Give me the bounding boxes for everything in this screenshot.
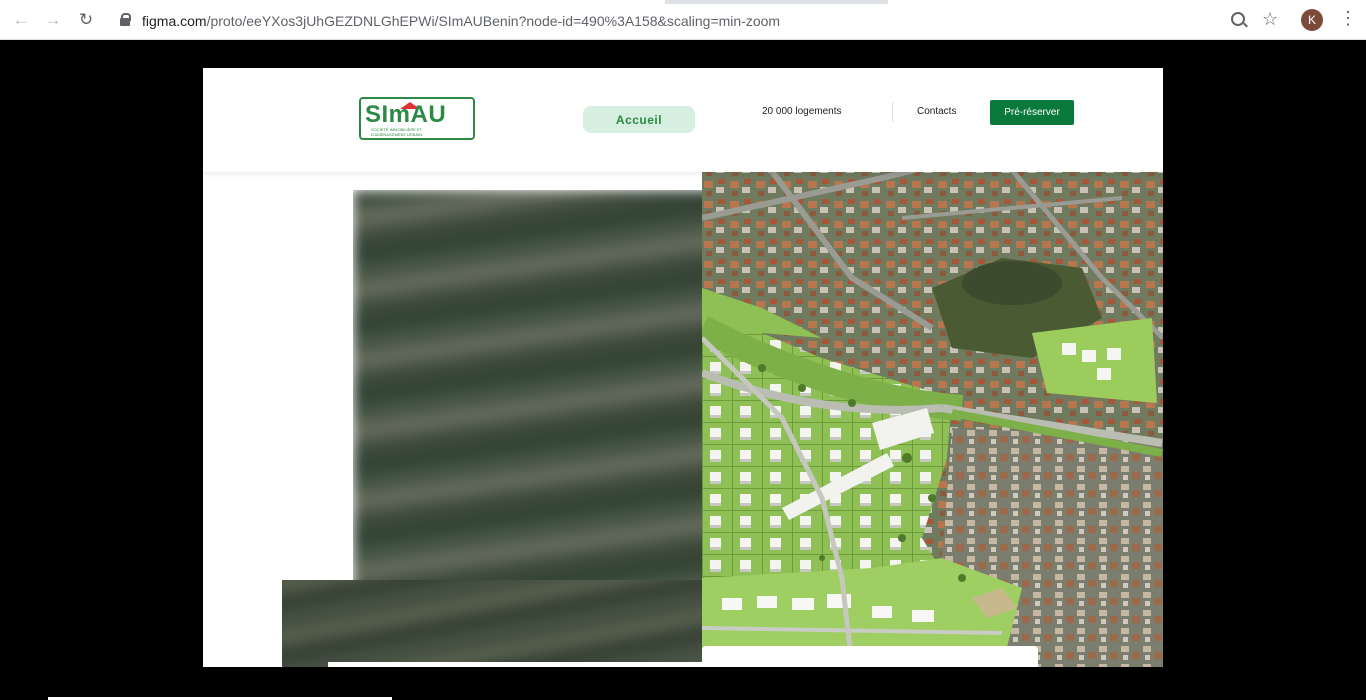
inactive-tab[interactable]: [888, 0, 1366, 4]
address-bar[interactable]: figma.com/proto/eeYXos3jUhGEZDNLGhEPWi/S…: [108, 7, 1288, 35]
prototype-frame: SImAU SOCIÉTÉ IMMOBILIÈRE ET D'AMÉNAGEME…: [203, 68, 1163, 667]
tab-strip: [0, 0, 1366, 4]
card-edge: [328, 662, 702, 667]
nav-link-logements[interactable]: 20 000 logements: [762, 106, 842, 117]
pre-reserver-button[interactable]: Pré-réserver: [990, 100, 1074, 125]
aerial-urban-plan-image: [702, 158, 1163, 667]
logo-name: SImAU: [365, 101, 447, 128]
nav-link-contacts[interactable]: Contacts: [917, 106, 956, 117]
lock-icon: [120, 13, 131, 26]
browser-toolbar: ← → ↻ figma.com/proto/eeYXos3jUhGEZDNLGh…: [0, 0, 1366, 40]
profile-avatar[interactable]: K: [1301, 9, 1323, 31]
back-arrow-icon[interactable]: ←: [10, 9, 32, 31]
bookmark-star-icon[interactable]: ☆: [1262, 9, 1278, 30]
hero-image-blurred: [353, 190, 715, 582]
zoom-icon[interactable]: [1231, 12, 1245, 26]
site-header: SImAU SOCIÉTÉ IMMOBILIÈRE ET D'AMÉNAGEME…: [203, 68, 1163, 172]
url-path: /proto/eeYXos3jUhGEZDNLGhEPWi/SImAUBenin…: [206, 13, 781, 29]
browser-menu-icon[interactable]: ⋮: [1339, 8, 1357, 29]
secondary-image-blurred: [282, 580, 702, 667]
logo-tagline-2: D'AMÉNAGEMENT URBAIN: [371, 132, 423, 137]
url-domain: figma.com: [142, 13, 207, 29]
forward-arrow-icon[interactable]: →: [42, 9, 64, 31]
reload-icon[interactable]: ↻: [75, 9, 97, 31]
simau-logo[interactable]: SImAU SOCIÉTÉ IMMOBILIÈRE ET D'AMÉNAGEME…: [359, 97, 475, 140]
nav-accueil-button[interactable]: Accueil: [583, 106, 695, 133]
content-card-edge: [702, 646, 1038, 667]
active-tab[interactable]: [0, 0, 665, 4]
nav-divider: [892, 102, 893, 122]
url-text[interactable]: figma.com/proto/eeYXos3jUhGEZDNLGhEPWi/S…: [142, 13, 780, 29]
